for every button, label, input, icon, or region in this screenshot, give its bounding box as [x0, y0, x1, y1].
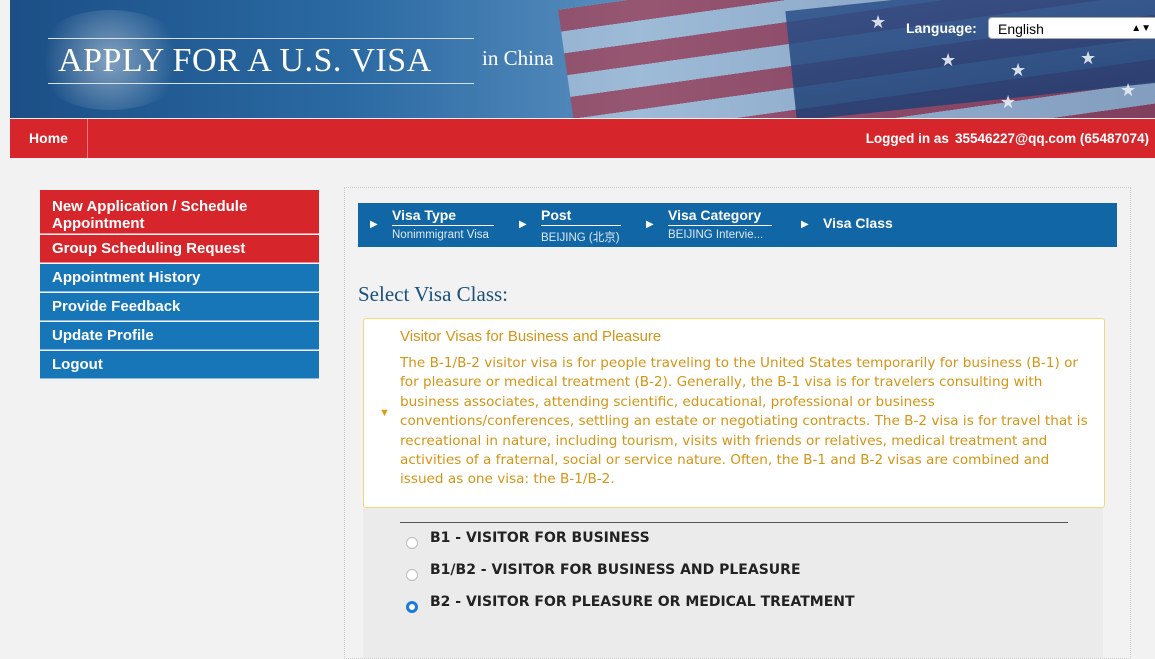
main-panel: ▶ Visa Type Nonimmigrant Visa ▶ Post BEI…: [344, 187, 1131, 659]
site-title: APPLY FOR A U.S. VISA: [48, 38, 474, 84]
collapse-toggle-icon[interactable]: ▼: [379, 407, 390, 419]
sidebar-item-new-application[interactable]: New Application / Schedule Appointment: [40, 190, 319, 234]
site-subtitle: in China: [482, 46, 554, 70]
select-arrows-icon: ▲▼: [1131, 23, 1151, 34]
play-arrow-icon: ▶: [370, 219, 378, 230]
breadcrumb-label: Visa Type: [392, 207, 494, 226]
logged-in-label: Logged in as: [865, 131, 949, 146]
star-icon: ★: [870, 12, 887, 32]
progress-breadcrumb: ▶ Visa Type Nonimmigrant Visa ▶ Post BEI…: [358, 203, 1117, 247]
option-label: B1/B2 - VISITOR FOR BUSINESS AND PLEASUR…: [430, 562, 801, 578]
top-nav-bar: Home Logged in as 35546227@qq.com (654870…: [10, 119, 1155, 158]
star-icon: ★: [1080, 48, 1097, 68]
sidebar-item-logout[interactable]: Logout: [40, 351, 319, 379]
breadcrumb-value: BEIJING (北京): [541, 232, 620, 244]
login-info: Logged in as 35546227@qq.com (65487074): [866, 131, 1149, 146]
breadcrumb-current-label: Visa Class: [823, 215, 893, 231]
play-arrow-icon: ▶: [801, 219, 809, 230]
star-icon: ★: [1000, 92, 1017, 112]
star-icon: ★: [940, 50, 957, 70]
star-icon: ★: [1120, 80, 1137, 100]
user-account: 35546227@qq.com (65487074): [954, 131, 1149, 146]
breadcrumb-label: Visa Category: [668, 207, 772, 226]
play-arrow-icon: ▶: [519, 219, 527, 230]
visa-class-options: B1 - VISITOR FOR BUSINESS B1/B2 - VISITO…: [363, 508, 1103, 658]
home-link[interactable]: Home: [10, 119, 88, 158]
sidebar-item-appointment-history[interactable]: Appointment History: [40, 264, 319, 292]
sidebar-menu: New Application / Schedule Appointment G…: [40, 190, 319, 380]
page-title: Select Visa Class:: [358, 282, 509, 306]
language-select[interactable]: English ▲▼: [988, 17, 1155, 39]
sidebar-item-update-profile[interactable]: Update Profile: [40, 322, 319, 350]
radio-button[interactable]: [406, 537, 418, 549]
option-label: B1 - VISITOR FOR BUSINESS: [430, 530, 650, 546]
breadcrumb-label: Post: [541, 207, 621, 226]
info-title: Visitor Visas for Business and Pleasure: [400, 328, 662, 345]
play-arrow-icon: ▶: [646, 219, 654, 230]
divider: [400, 522, 1068, 523]
radio-button[interactable]: [406, 569, 418, 581]
language-value: English: [998, 21, 1044, 37]
sidebar-item-provide-feedback[interactable]: Provide Feedback: [40, 293, 319, 321]
breadcrumb-value: Nonimmigrant Visa: [392, 229, 489, 241]
star-icon: ★: [1010, 60, 1027, 80]
radio-button-selected[interactable]: [406, 601, 418, 613]
info-description: The B-1/B-2 visitor visa is for people t…: [400, 355, 1088, 488]
visa-info-box: ▼ Visitor Visas for Business and Pleasur…: [363, 318, 1105, 508]
sidebar-item-group-scheduling[interactable]: Group Scheduling Request: [40, 235, 319, 263]
site-banner: ★ ★ ★ ★ ★ ★ APPLY FOR A U.S. VISA in Chi…: [10, 0, 1155, 118]
breadcrumb-value: BEIJING Intervie...: [668, 229, 764, 241]
language-label: Language:: [906, 20, 977, 36]
option-label: B2 - VISITOR FOR PLEASURE OR MEDICAL TRE…: [430, 594, 855, 610]
